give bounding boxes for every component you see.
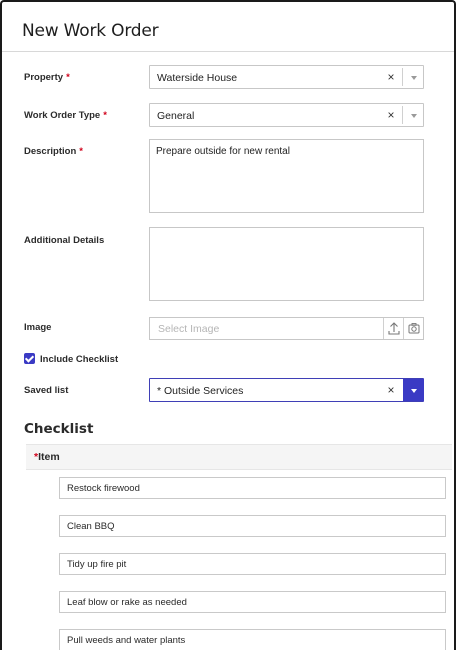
work-order-type-label-text: Work Order Type [24, 110, 101, 121]
checklist-item-text: Pull weeds and water plants [67, 635, 186, 646]
saved-list-clear-icon[interactable]: × [384, 383, 398, 397]
description-textarea[interactable]: Prepare outside for new rental [149, 139, 424, 213]
work-order-type-dropdown-icon[interactable] [403, 104, 424, 126]
saved-list-label: Saved list [24, 385, 69, 396]
checklist-item-text: Clean BBQ [67, 521, 115, 532]
additional-details-label: Additional Details [24, 235, 105, 246]
item-column-header: *Item [34, 451, 60, 463]
item-column-label: Item [38, 451, 60, 463]
property-label-text: Property [24, 72, 64, 83]
property-select[interactable]: Waterside House × [149, 65, 424, 89]
work-order-dialog: New Work Order Property * Waterside House… [0, 0, 456, 650]
saved-list-select[interactable]: * Outside Services × [149, 378, 424, 402]
property-label: Property * [24, 72, 70, 83]
checklist-item-input[interactable]: Restock firewood [59, 477, 446, 499]
work-order-type-value: General [157, 110, 195, 122]
property-dropdown-icon[interactable] [403, 66, 424, 88]
work-order-type-clear-icon[interactable]: × [384, 108, 398, 122]
upload-icon[interactable] [383, 318, 403, 339]
dialog-header: New Work Order [2, 2, 454, 52]
checklist-item-text: Leaf blow or rake as needed [67, 597, 187, 608]
additional-details-textarea[interactable] [149, 227, 424, 301]
saved-list-value: * Outside Services [157, 385, 244, 397]
property-clear-icon[interactable]: × [384, 70, 398, 84]
required-marker: * [66, 72, 70, 83]
image-input[interactable]: Select Image [149, 317, 424, 340]
checklist-item-input[interactable]: Pull weeds and water plants [59, 629, 446, 650]
property-value: Waterside House [157, 72, 238, 84]
work-order-type-label: Work Order Type * [24, 110, 107, 121]
checklist-item-input[interactable]: Leaf blow or rake as needed [59, 591, 446, 613]
checklist-title: Checklist [24, 421, 94, 437]
required-marker: * [103, 110, 107, 121]
include-checklist-checkbox[interactable] [24, 353, 35, 364]
image-placeholder: Select Image [158, 323, 220, 335]
description-label: Description * [24, 146, 83, 157]
checklist-item-input[interactable]: Tidy up fire pit [59, 553, 446, 575]
checklist-item-text: Restock firewood [67, 483, 140, 494]
required-marker: * [79, 146, 83, 157]
dialog-title: New Work Order [22, 21, 159, 41]
include-checklist-label[interactable]: Include Checklist [40, 354, 118, 365]
checklist-table-header: *Item [26, 444, 452, 470]
description-label-text: Description [24, 146, 77, 157]
checklist-item-input[interactable]: Clean BBQ [59, 515, 446, 537]
work-order-type-select[interactable]: General × [149, 103, 424, 127]
checklist-item-text: Tidy up fire pit [67, 559, 127, 570]
saved-list-dropdown-icon[interactable] [403, 379, 424, 401]
camera-icon[interactable] [403, 318, 423, 339]
image-label: Image [24, 322, 52, 333]
